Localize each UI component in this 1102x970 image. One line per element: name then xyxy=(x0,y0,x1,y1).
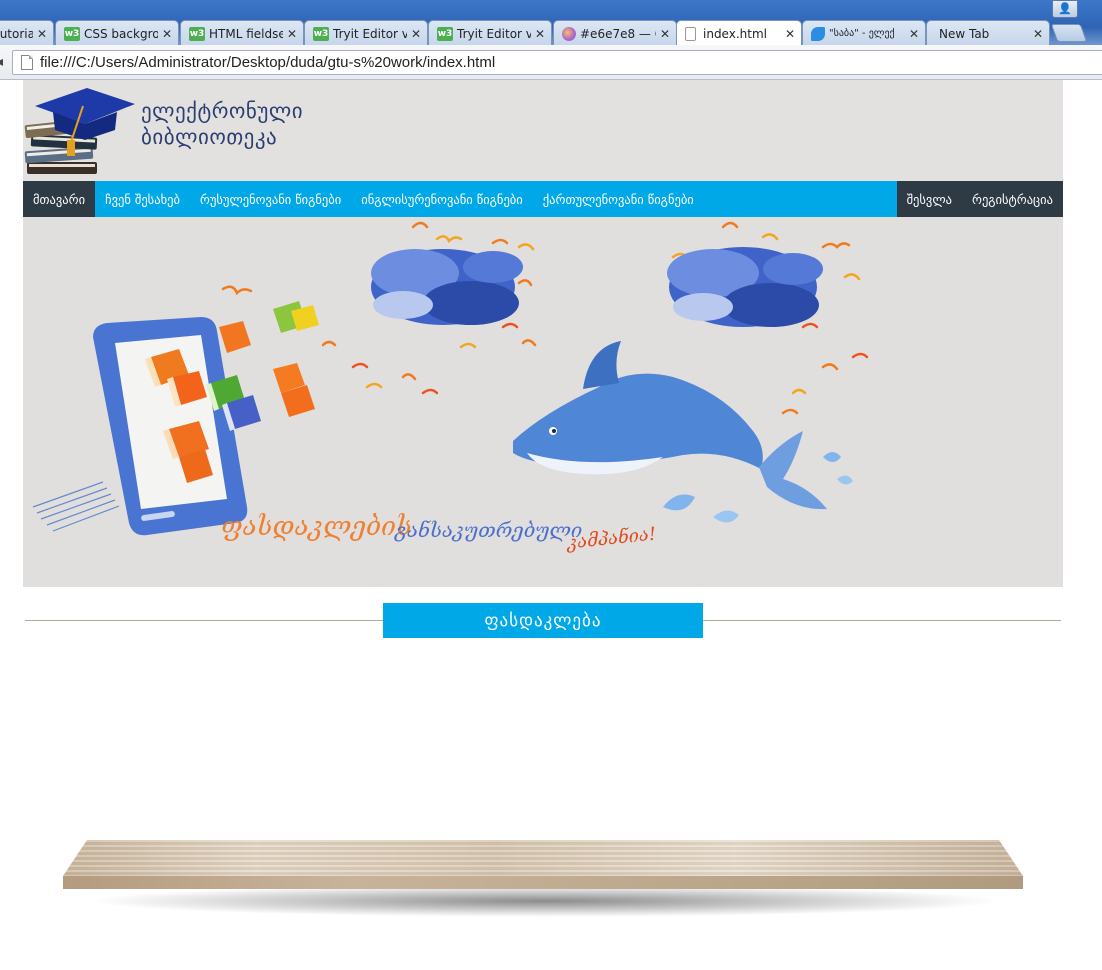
close-icon[interactable]: ✕ xyxy=(37,27,47,41)
site-title-line1: ელექტრონული xyxy=(141,99,304,123)
site-title: ელექტრონული ბიბლიოთეკა xyxy=(141,98,303,150)
tab-title: index.html xyxy=(703,27,767,41)
hero-caption-word2: განსაკუთრებული xyxy=(394,518,582,542)
browser-tab[interactable]: tutorial ✕ xyxy=(0,20,54,45)
tab-title: HTML fieldse xyxy=(209,26,283,41)
close-icon[interactable]: ✕ xyxy=(909,27,919,41)
nav-item-about[interactable]: ჩვენ შესახებ xyxy=(95,181,190,217)
dolphin-icon xyxy=(513,341,853,523)
section-title-discount: ფასდაკლება xyxy=(383,603,703,638)
bird-icon xyxy=(811,26,825,41)
document-icon xyxy=(685,27,696,41)
profile-icon[interactable]: 👤 xyxy=(1052,0,1078,18)
address-bar[interactable]: file:///C:/Users/Administrator/Desktop/d… xyxy=(12,50,1102,75)
tab-title: tutorial xyxy=(0,26,33,41)
back-arrow-icon[interactable]: ◂ xyxy=(0,54,3,70)
tab-title: New Tab xyxy=(939,26,990,41)
browser-tab[interactable]: w3 Tryit Editor v ✕ xyxy=(304,20,428,45)
main-navbar: მთავარი ჩვენ შესახებ რუსულენოვანი წიგნებ… xyxy=(23,181,1063,217)
page-viewport: ელექტრონული ბიბლიოთეკა მთავარი ჩვენ შესა… xyxy=(0,80,1102,970)
nav-item-georgian-books[interactable]: ქართულენოვანი წიგნები xyxy=(533,181,704,217)
nav-item-login[interactable]: შესვლა xyxy=(897,181,962,217)
cloud-icon xyxy=(667,247,823,327)
hero-caption-word1: ფასდაკლების xyxy=(221,512,412,542)
browser-tab[interactable]: "საბა" - ელექ ✕ xyxy=(802,20,926,45)
browser-tab[interactable]: w3 Tryit Editor v ✕ xyxy=(428,20,552,45)
tab-title: #e6e7e8 — C xyxy=(580,26,656,41)
hero-banner: ფასდაკლების განსაკუთრებული კამპანია! xyxy=(23,217,1063,587)
cloud-icon xyxy=(371,249,523,325)
browser-tab[interactable]: w3 CSS backgrou ✕ xyxy=(55,20,179,45)
tab-title: Tryit Editor v xyxy=(457,26,531,41)
graduation-cap-books-logo[interactable] xyxy=(23,82,138,180)
nav-item-home[interactable]: მთავარი xyxy=(23,181,96,217)
new-tab-button[interactable] xyxy=(1050,24,1088,42)
palette-icon xyxy=(562,26,576,41)
browser-tab[interactable]: #e6e7e8 — C ✕ xyxy=(553,20,677,45)
tab-title: "საბა" - ელექ xyxy=(829,28,895,39)
browser-toolbar: ◂ file:///C:/Users/Administrator/Desktop… xyxy=(0,45,1102,80)
nav-item-russian-books[interactable]: რუსულენოვანი წიგნები xyxy=(190,181,351,217)
close-icon[interactable]: ✕ xyxy=(535,27,545,41)
close-icon[interactable]: ✕ xyxy=(785,27,795,41)
browser-tab[interactable]: New Tab ✕ xyxy=(926,20,1050,45)
close-icon[interactable]: ✕ xyxy=(660,27,670,41)
tablet-icon xyxy=(32,317,248,536)
w3schools-icon: w3 xyxy=(189,26,205,41)
browser-tab-active[interactable]: index.html ✕ xyxy=(676,20,802,45)
close-icon[interactable]: ✕ xyxy=(162,27,172,41)
site-title-line2: ბიბლიოთეკა xyxy=(141,125,278,149)
tab-title: CSS backgrou xyxy=(84,26,158,41)
shelf-shadow xyxy=(85,885,1005,917)
browser-tabstrip: 👤 tutorial ✕ w3 CSS backgrou ✕ w3 HTML f… xyxy=(0,0,1102,45)
nav-item-english-books[interactable]: ინგლისურენოვანი წიგნები xyxy=(351,181,533,217)
nav-item-register[interactable]: რეგისტრაცია xyxy=(962,181,1063,217)
hero-illustration: ფასდაკლების განსაკუთრებული კამპანია! xyxy=(32,221,869,554)
w3schools-icon: w3 xyxy=(313,26,329,41)
tab-title: Tryit Editor v xyxy=(333,26,407,41)
wooden-shelf xyxy=(63,840,1023,876)
close-icon[interactable]: ✕ xyxy=(411,27,421,41)
nav-left: მთავარი ჩვენ შესახებ რუსულენოვანი წიგნებ… xyxy=(23,181,704,217)
site-header: ელექტრონული ბიბლიოთეკა xyxy=(23,80,1063,181)
close-icon[interactable]: ✕ xyxy=(1033,27,1043,41)
w3schools-icon: w3 xyxy=(64,26,80,41)
browser-tab[interactable]: w3 HTML fieldse ✕ xyxy=(180,20,304,45)
close-icon[interactable]: ✕ xyxy=(287,27,297,41)
w3schools-icon: w3 xyxy=(437,26,453,41)
page-icon xyxy=(21,55,33,70)
wooden-shelf-front xyxy=(63,876,1023,889)
url-text: file:///C:/Users/Administrator/Desktop/d… xyxy=(40,54,496,71)
nav-right: შესვლა რეგისტრაცია xyxy=(896,181,1063,217)
